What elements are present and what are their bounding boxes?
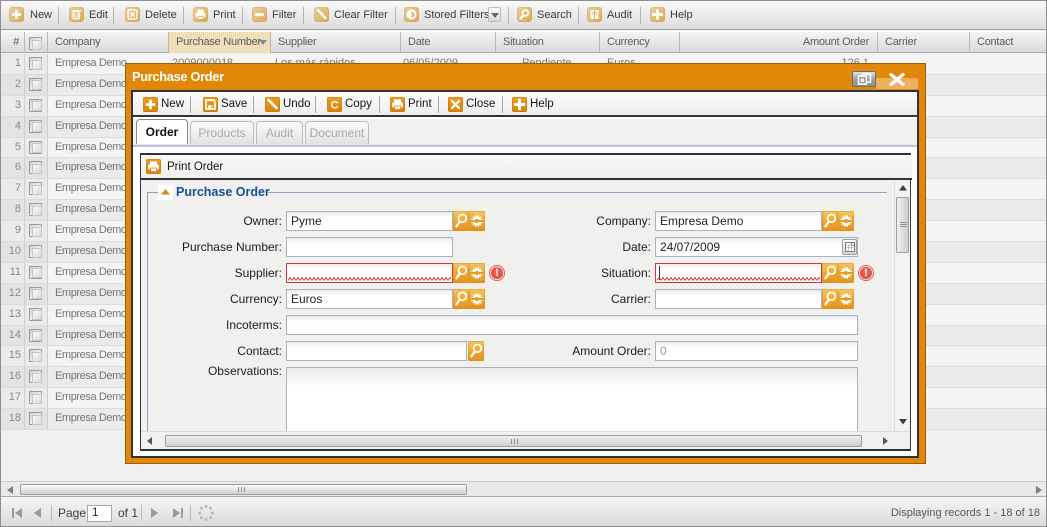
svg-text:C: C — [331, 100, 339, 112]
